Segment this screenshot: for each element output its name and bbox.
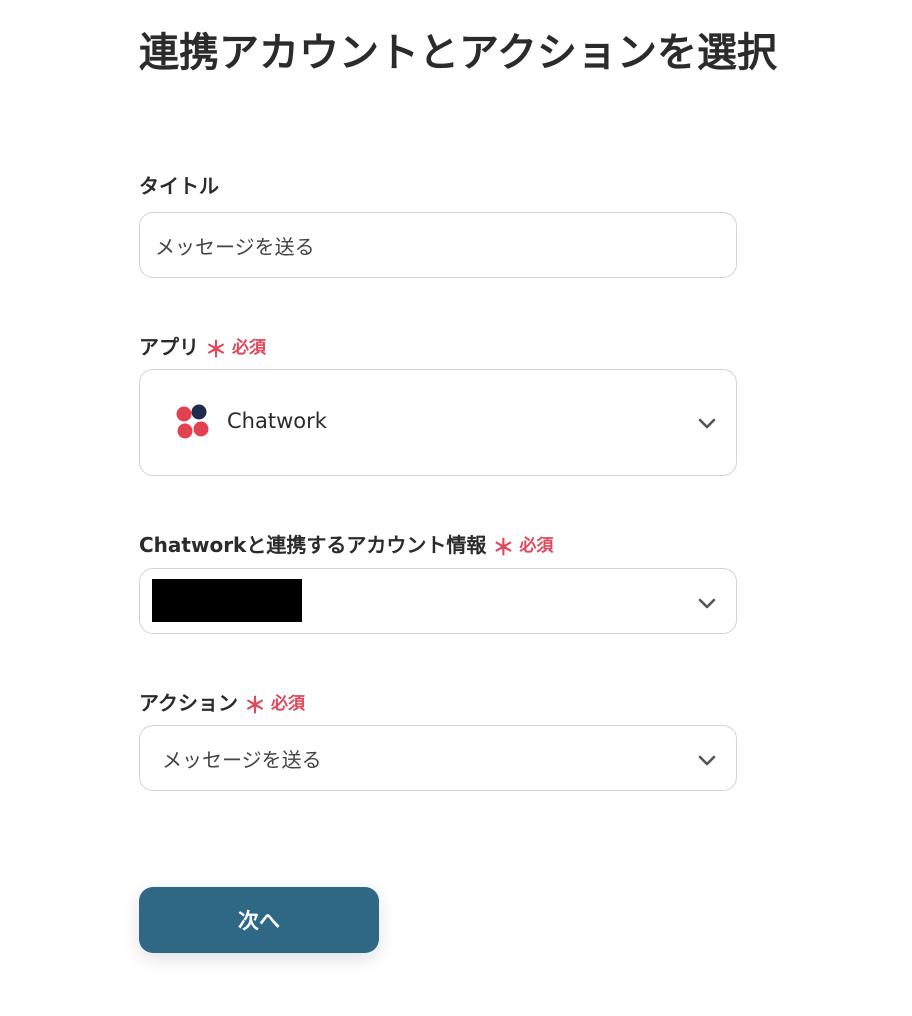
chevron-down-icon[interactable] — [696, 592, 718, 614]
required-badge: ＊ 必須 — [244, 685, 306, 720]
required-text: 必須 — [271, 693, 306, 714]
chevron-down-icon[interactable] — [696, 749, 718, 771]
chatwork-logo-icon — [176, 404, 209, 439]
title-label-text: タイトル — [139, 174, 219, 198]
required-badge: ＊ 必須 — [205, 329, 267, 364]
account-select[interactable] — [139, 568, 737, 634]
account-field-label: Chatworkと連携するアカウント情報 ＊ 必須 — [139, 527, 554, 562]
title-input-value: メッセージを送る — [155, 235, 315, 259]
app-label-text: アプリ — [139, 334, 199, 359]
required-asterisk: ＊ — [244, 694, 267, 719]
required-text: 必須 — [519, 535, 554, 556]
action-label-text: アクション — [139, 690, 238, 715]
required-asterisk: ＊ — [492, 536, 515, 561]
action-select-value: メッセージを送る — [162, 748, 322, 772]
redacted-account-name — [152, 579, 302, 622]
app-field-label: アプリ ＊ 必須 — [139, 329, 267, 364]
chevron-down-icon[interactable] — [696, 412, 718, 434]
app-select[interactable]: Chatwork — [139, 369, 737, 476]
selected-app-name: Chatwork — [227, 409, 327, 433]
required-badge: ＊ 必須 — [492, 527, 554, 562]
page-title: 連携アカウントとアクションを選択 — [139, 30, 777, 76]
next-button[interactable]: 次へ — [139, 887, 379, 953]
required-asterisk: ＊ — [205, 338, 228, 363]
title-field-label: タイトル — [139, 170, 219, 199]
action-field-label: アクション ＊ 必須 — [139, 685, 306, 720]
action-select[interactable]: メッセージを送る — [139, 725, 737, 791]
account-label-text: Chatworkと連携するアカウント情報 — [139, 532, 487, 557]
required-text: 必須 — [232, 337, 267, 358]
title-input[interactable]: メッセージを送る — [139, 212, 737, 278]
